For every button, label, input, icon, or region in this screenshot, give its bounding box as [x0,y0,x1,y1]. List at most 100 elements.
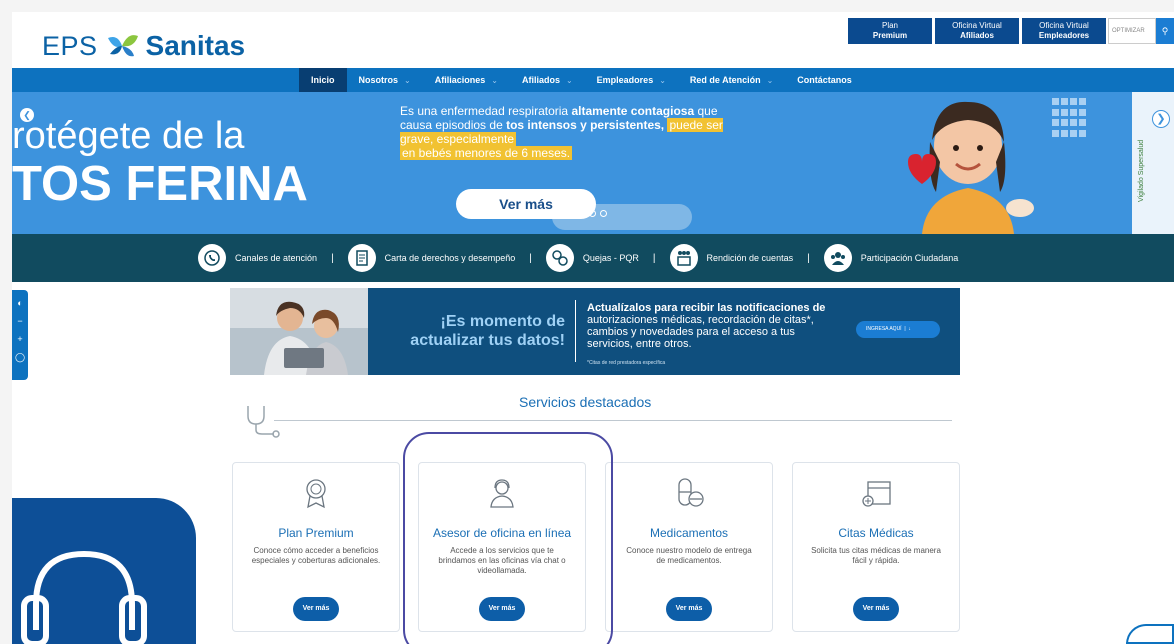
divider: | [807,252,810,264]
banner-button-label: INGRESA AQUÍ [866,326,902,332]
logo-eps-text: EPS [42,30,98,61]
hero-text-bold: tos intensos y persistentes, [506,118,665,132]
child-with-heart-image [908,101,1034,234]
carousel-prev-icon[interactable]: ❮ [20,108,34,122]
hero-title: rotégete de la TOS FERINA [12,112,308,212]
banner-footnote: *Citas de red prestadora específica [587,360,666,366]
carousel-next-icon[interactable]: ❯ [1152,110,1170,128]
pill-icon [678,478,704,507]
carousel-dot[interactable] [567,210,574,217]
nav-label: Empleadores [596,75,654,85]
chat-bubbles-icon [545,244,574,272]
eps-sanitas-logo[interactable]: EPS Sanitas [42,30,245,62]
plan-premium-button[interactable]: Plan Premium [848,18,932,44]
card-plan-premium[interactable]: Plan Premium Conoce cómo acceder a benef… [232,462,400,632]
text-decrease-icon[interactable]: − [12,312,28,330]
ver-mas-button[interactable]: Ver más [666,597,712,621]
card-description: Conoce cómo acceder a beneficios especia… [251,546,381,565]
page: EPS Sanitas Plan Premium Oficina Virtual… [12,12,1174,644]
nav-label: Nosotros [358,75,399,85]
award-medal-icon [306,479,326,509]
butterfly-logo-icon [107,35,138,57]
chevron-down-icon: ⌄ [565,76,573,85]
carousel-dot[interactable] [589,210,596,217]
search-input[interactable]: OPTIMIZAR [1108,18,1156,44]
phone-icon [198,244,226,272]
nav-item-nosotros[interactable]: Nosotros ⌄ [347,68,423,92]
nav-item-afiliados[interactable]: Afiliados ⌄ [510,68,585,92]
calendar-icon [862,481,891,507]
card-title: Citas Médicas [838,526,914,540]
search-icon[interactable]: ⚲ [1156,18,1174,44]
nav-label: Red de Atención [689,75,761,85]
quick-link-rendicion-cuentas[interactable]: Rendición de cuentas [669,244,794,272]
main-nav: Inicio Nosotros ⌄ Afiliaciones ⌄ Afiliados… [12,68,1174,92]
nav-label: Afiliados [521,75,560,85]
chevron-down-icon: ⌄ [404,76,411,85]
card-citas-medicas[interactable]: Citas Médicas Solicita tus citas médicas… [792,462,960,632]
decorative-grid [1052,98,1088,138]
plan-premium-line1: Plan [881,21,898,30]
quick-link-label: Quejas - PQR [582,253,639,263]
divider: | [652,252,656,264]
logo-sanitas-text: Sanitas [145,30,246,61]
quick-link-carta-derechos[interactable]: Carta de derechos y desempeño [347,244,516,272]
ingresa-aqui-button[interactable]: INGRESA AQUÍ | ↓ [856,321,940,338]
hero-text-part: Es una enfermedad respiratoria [400,104,572,118]
hero-title-line1: rotégete de la [12,115,245,157]
banner-headline-line2: actualizar tus datos! [410,332,565,349]
ver-mas-button[interactable]: Ver más [853,597,899,621]
accessibility-tab[interactable]: ◐ − + ◯ [12,290,28,380]
quick-link-label: Rendición de cuentas [706,253,794,263]
oficina-virtual-empleadores-button[interactable]: Oficina Virtual Empleadores [1022,18,1106,44]
quick-link-label: Participación Ciudadana [860,253,959,263]
nav-item-inicio[interactable]: Inicio [299,68,347,92]
oficina-empleadores-line1: Oficina Virtual [1039,21,1089,30]
hero-text-bold: altamente contagiosa [571,104,695,118]
update-data-banner[interactable]: ¡Es momento de actualizar tus datos! Act… [230,288,960,375]
banner-text: Actualízalos para recibir las notificaci… [587,302,842,350]
services-divider [274,420,952,421]
support-widget[interactable] [12,498,196,644]
banner-divider [575,300,576,362]
quick-link-canales[interactable]: Canales de atención [198,244,317,272]
quick-link-participacion[interactable]: Participación Ciudadana [823,244,959,272]
oficina-virtual-afiliados-button[interactable]: Oficina Virtual Afiliados [935,18,1019,44]
hero-text: Es una enfermedad respiratoria altamente… [400,104,740,160]
reset-icon[interactable]: ◯ [12,348,28,366]
chat-assistant-icon[interactable] [1126,624,1174,644]
nav-item-afiliaciones[interactable]: Afiliaciones ⌄ [423,68,510,92]
hero-carousel: rotégete de la TOS FERINA Es una enferme… [12,92,1174,234]
quick-links-bar: Canales de atención | Carta de derechos … [12,234,1174,282]
banner-headline: ¡Es momento de actualizar tus datos! [380,312,565,350]
text-increase-icon[interactable]: + [12,330,28,348]
banner-text-bold: Actualízalos para recibir las notificaci… [587,302,826,314]
hero-title-line2: TOS FERINA [12,157,308,211]
group-icon [823,244,852,272]
divider: | [331,252,334,264]
contrast-icon[interactable]: ◐ [12,294,28,312]
carousel-dot[interactable] [578,210,585,217]
card-medicamentos[interactable]: Medicamentos Conoce nuestro modelo de en… [605,462,773,632]
quick-link-quejas-pqr[interactable]: Quejas - PQR [545,244,639,272]
carousel-dot[interactable] [600,210,607,217]
nav-item-contactanos[interactable]: Contáctanos [785,68,864,92]
people-board-icon [669,244,698,272]
card-description: Solicita tus citas médicas de manera fác… [811,546,941,565]
ver-mas-button[interactable]: Ver más [293,597,339,621]
nav-label: Contáctanos [797,75,852,85]
quick-link-label: Canales de atención [235,253,318,263]
services-title: Servicios destacados [519,394,652,410]
highlight-circle [403,432,613,644]
oficina-empleadores-line2: Empleadores [1038,31,1090,40]
oficina-afiliados-line2: Afiliados [960,31,994,40]
chevron-down-icon: ⌄ [491,76,498,85]
banner-headline-line1: ¡Es momento de [440,313,565,330]
nav-item-empleadores[interactable]: Empleadores ⌄ [585,68,678,92]
hero-text-highlight: en bebés menores de 6 meses. [400,146,573,160]
family-photo [230,288,368,375]
quick-link-label: Carta de derechos y desempeño [384,253,516,263]
card-title: Medicamentos [649,526,729,540]
nav-item-red-de-atencion[interactable]: Red de Atención ⌄ [678,68,785,92]
headset-icon [21,550,147,644]
